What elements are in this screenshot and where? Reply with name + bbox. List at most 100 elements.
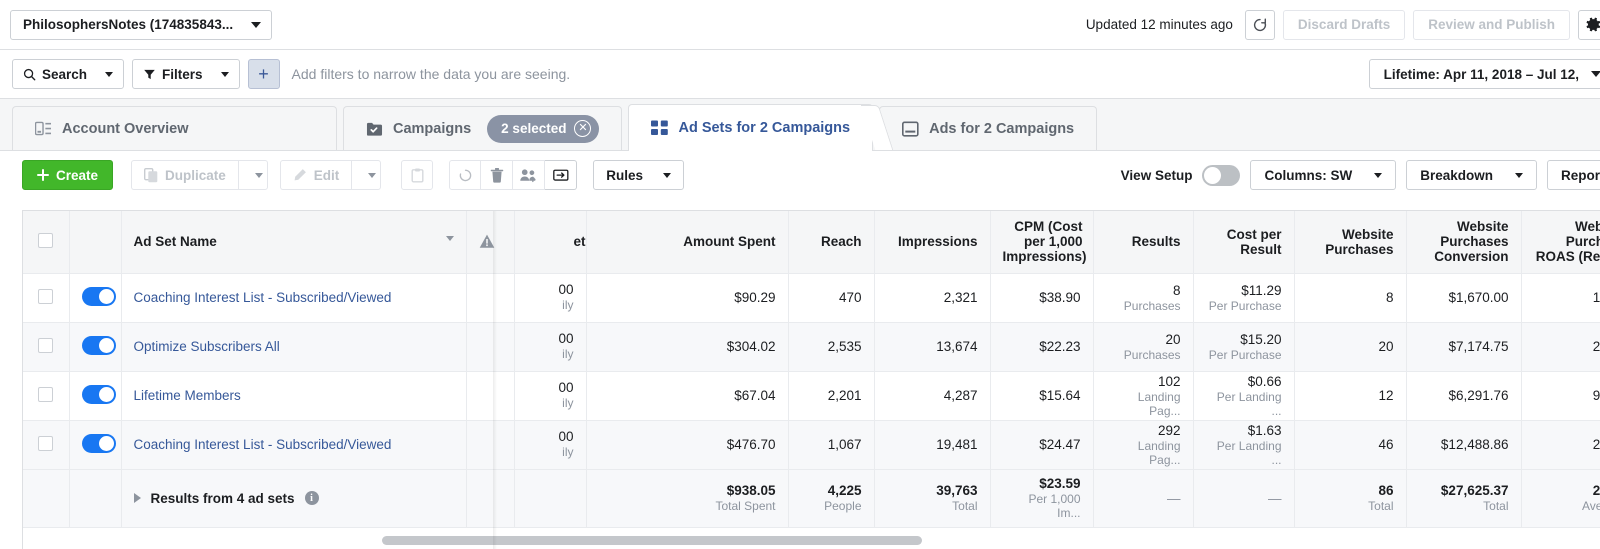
summary-website-purchases: 86 Total <box>1294 468 1407 528</box>
add-filter-button[interactable]: + <box>247 59 280 89</box>
rules-label: Rules <box>606 167 644 183</box>
table-row[interactable]: Coaching Interest List - Subscribed/View… <box>23 420 1600 470</box>
row-checkbox[interactable] <box>38 386 54 402</box>
table-row[interactable]: Coaching Interest List - Subscribed/View… <box>23 273 1600 323</box>
table-row[interactable]: Optimize Subscribers All 00 ily $304.02 … <box>23 322 1600 372</box>
info-icon[interactable]: i <box>304 491 319 505</box>
tab-ad-sets[interactable]: Ad Sets for 2 Campaigns <box>628 104 894 151</box>
unit: Total <box>1483 499 1509 513</box>
row-impressions: 13,674 <box>874 322 991 372</box>
expand-summary-icon[interactable] <box>133 493 141 503</box>
results-value: 102 <box>1157 373 1181 389</box>
unit: Total <box>952 499 978 513</box>
top-bar-actions: Updated 12 minutes ago Discard Drafts Re… <box>1085 9 1600 40</box>
row-select-cell <box>23 273 70 323</box>
tab-account-overview[interactable]: Account Overview <box>12 106 357 150</box>
delete-button[interactable] <box>481 160 514 190</box>
ad-set-name-link[interactable]: Optimize Subscribers All <box>134 339 280 354</box>
horizontal-scrollbar[interactable] <box>22 536 1600 545</box>
table-row[interactable]: Lifetime Members 00 ily $67.04 2,201 4,2… <box>23 371 1600 421</box>
tab-campaigns[interactable]: Campaigns 2 selected ✕ <box>343 106 643 150</box>
clear-selection-icon[interactable]: ✕ <box>574 120 592 137</box>
reports-button[interactable]: Reports <box>1546 160 1600 190</box>
duplicate-button[interactable]: Duplicate <box>131 160 238 190</box>
row-cost-per-result: $15.20 Per Purchase <box>1193 322 1295 372</box>
col-header-reach[interactable]: Reach <box>788 211 875 274</box>
results-unit: Purchases <box>1123 347 1181 362</box>
filters-button[interactable]: Filters <box>132 59 240 89</box>
top-bar: PhilosophersNotes (174835843... Updated … <box>0 0 1600 50</box>
edit-menu-button[interactable] <box>351 160 382 190</box>
tab-ads[interactable]: Ads for 2 Campaigns <box>879 106 1118 150</box>
value: 39,763 <box>936 483 978 498</box>
col-header-cpm[interactable]: CPM (Cost per 1,000 Impressions) <box>990 211 1094 274</box>
summary-impressions: 39,763 Total <box>874 468 991 528</box>
select-all-header <box>23 211 70 274</box>
summary-label-cell: Results from 4 ad sets i <box>121 468 467 528</box>
col-header-website-purchase-roas[interactable]: Website Purchase ROAS (Return <box>1521 211 1600 274</box>
revert-button[interactable] <box>449 160 482 190</box>
col-header-ad-set-name[interactable]: Ad Set Name <box>121 211 467 274</box>
status-toggle[interactable] <box>81 384 116 404</box>
status-toggle[interactable] <box>81 286 116 306</box>
discard-drafts-button[interactable]: Discard Drafts <box>1282 9 1406 40</box>
row-results: 102 Landing Pag... <box>1093 371 1194 421</box>
columns-button[interactable]: Columns: SW <box>1250 160 1397 190</box>
col-label: Website Purchases Conversion <box>1434 219 1509 265</box>
edit-button[interactable]: Edit <box>279 160 352 190</box>
date-range-picker[interactable]: Lifetime: Apr 11, 2018 – Jul 12, <box>1368 59 1600 89</box>
select-all-checkbox[interactable] <box>38 232 54 248</box>
col-header-budget[interactable]: et <box>514 211 587 274</box>
selection-badge: 2 selected ✕ <box>487 114 600 143</box>
ad-set-name-link[interactable]: Coaching Interest List - Subscribed/View… <box>134 437 392 452</box>
row-checkbox[interactable] <box>38 435 54 451</box>
col-header-results[interactable]: Results <box>1093 211 1194 274</box>
cost-value: $11.29 <box>1241 282 1282 298</box>
duplicate-menu-button[interactable] <box>237 160 268 190</box>
scrollbar-thumb[interactable] <box>382 536 922 545</box>
breakdown-button[interactable]: Breakdown <box>1406 160 1537 190</box>
col-header-website-purchases-conversion[interactable]: Website Purchases Conversion <box>1406 211 1522 274</box>
view-setup-toggle[interactable] <box>1202 164 1241 186</box>
table-summary: Results from 4 ad sets i $938.05 Total Sp… <box>23 468 1600 528</box>
col-header-website-purchases[interactable]: Website Purchases <box>1294 211 1407 274</box>
budget-amount: 00 <box>558 429 574 444</box>
refresh-button[interactable] <box>1244 9 1275 40</box>
row-warning-cell <box>466 273 515 323</box>
row-website-purchase-roas: 93.85 <box>1521 371 1600 421</box>
adsets-icon <box>651 120 669 136</box>
duplicate-label: Duplicate <box>165 167 226 183</box>
create-button[interactable]: Create <box>22 160 114 190</box>
toggle-knob <box>1204 166 1222 184</box>
col-header-impressions[interactable]: Impressions <box>874 211 991 274</box>
updated-status: Updated 12 minutes ago <box>1085 17 1233 32</box>
summary-row: Results from 4 ad sets i $938.05 Total Sp… <box>23 468 1600 528</box>
row-checkbox[interactable] <box>38 337 54 353</box>
summary-warning-cell <box>466 468 515 528</box>
clipboard-button[interactable] <box>401 160 434 190</box>
row-checkbox[interactable] <box>38 288 54 304</box>
ad-set-name-link[interactable]: Lifetime Members <box>134 388 241 403</box>
ad-set-name-link[interactable]: Coaching Interest List - Subscribed/View… <box>134 290 392 305</box>
sort-descending-icon[interactable] <box>445 236 454 242</box>
col-header-cost-per-result[interactable]: Cost per Result <box>1193 211 1295 274</box>
results-value: 8 <box>1172 282 1181 298</box>
export-button[interactable] <box>545 160 578 190</box>
row-amount-spent: $304.02 <box>586 322 789 372</box>
col-header-amount-spent[interactable]: Amount Spent <box>586 211 789 274</box>
status-toggle[interactable] <box>81 433 116 453</box>
breakdown-label: Breakdown <box>1420 167 1493 183</box>
status-toggle[interactable] <box>81 335 116 355</box>
audience-button[interactable] <box>513 160 546 190</box>
search-icon <box>23 68 36 81</box>
plus-icon <box>37 169 49 181</box>
review-publish-button[interactable]: Review and Publish <box>1413 9 1570 40</box>
settings-button[interactable] <box>1578 9 1600 40</box>
row-cost-per-result: $0.66 Per Landing ... <box>1193 371 1295 421</box>
search-button[interactable]: Search <box>12 59 125 89</box>
rules-button[interactable]: Rules <box>593 160 685 190</box>
account-selector[interactable]: PhilosophersNotes (174835843... <box>10 9 272 40</box>
edit-split-button[interactable]: Edit <box>279 160 382 190</box>
row-cpm: $15.64 <box>990 371 1094 421</box>
duplicate-split-button[interactable]: Duplicate <box>131 160 268 190</box>
